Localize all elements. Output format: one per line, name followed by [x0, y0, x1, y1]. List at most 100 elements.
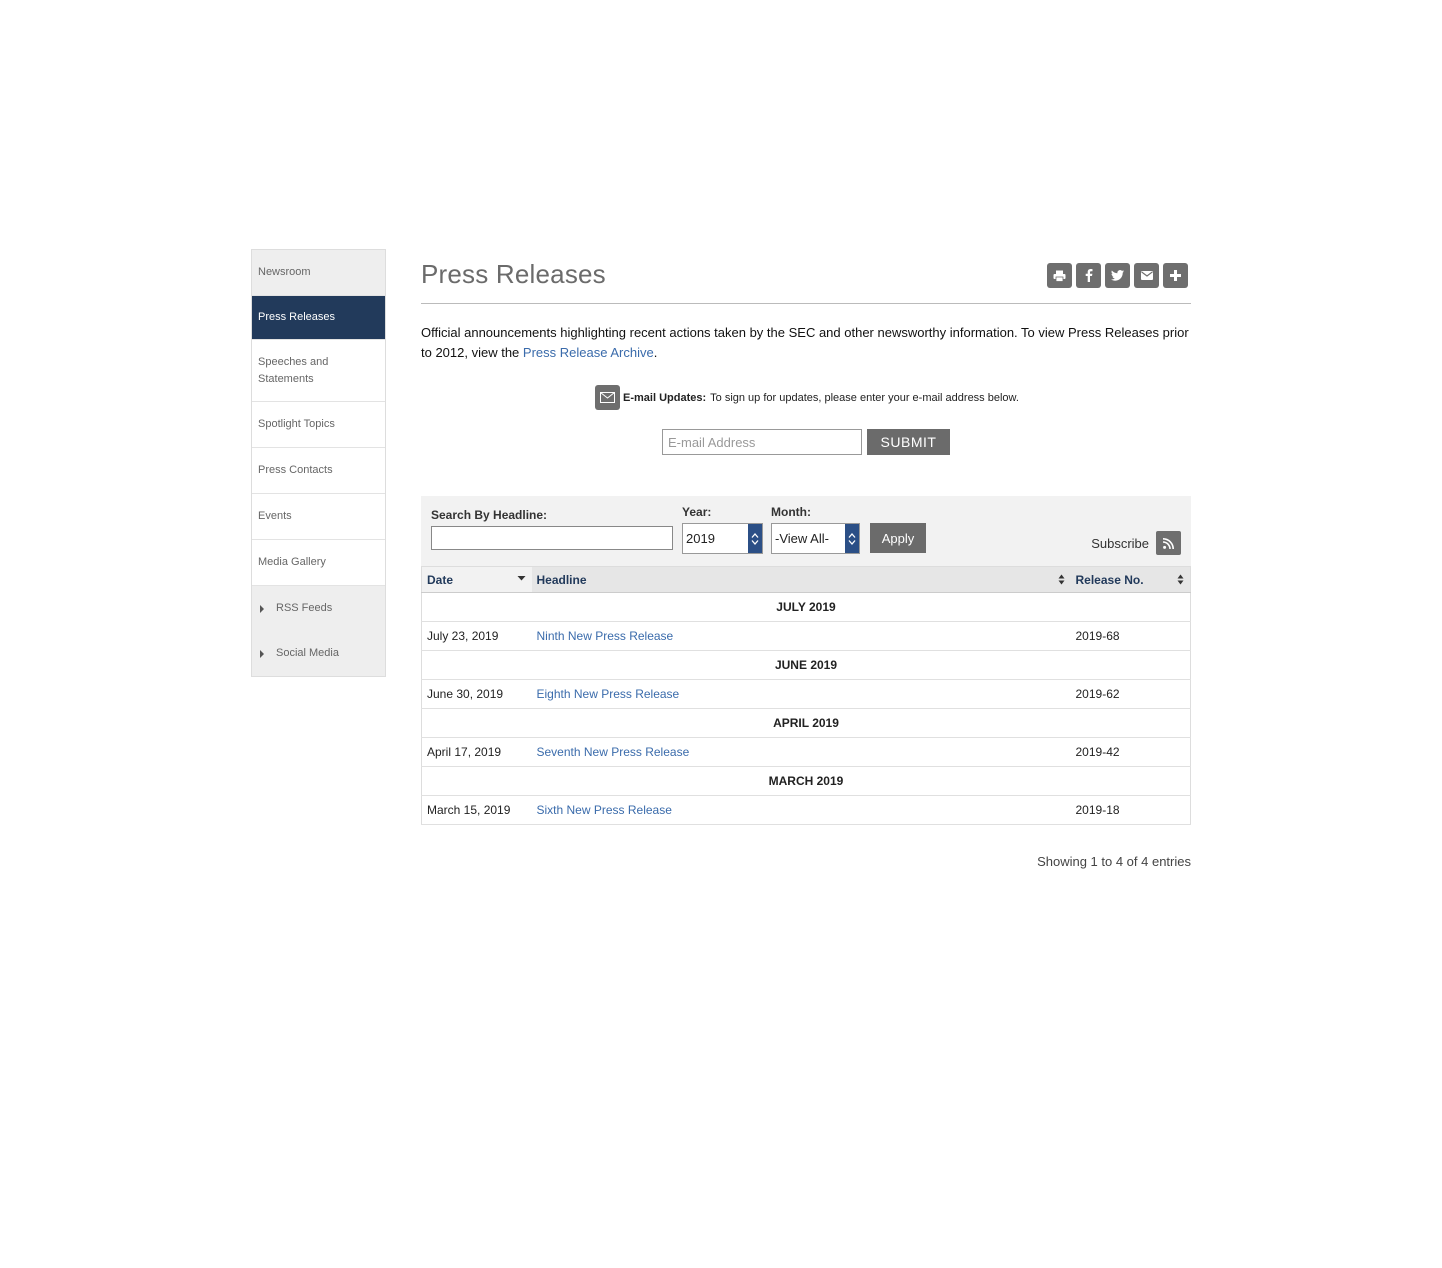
- sidebar-item-media-gallery[interactable]: Media Gallery: [252, 540, 385, 586]
- table-row: April 17, 2019 Seventh New Press Release…: [421, 737, 1191, 767]
- email-updates-label: E-mail Updates:: [623, 391, 707, 404]
- column-label: Headline: [536, 572, 587, 587]
- year-label: Year:: [682, 505, 712, 519]
- email-share-button[interactable]: [1134, 263, 1159, 288]
- headline-search-label: Search By Headline:: [431, 508, 548, 522]
- table-row: March 15, 2019 Sixth New Press Release 2…: [421, 795, 1191, 825]
- sidebar-item-label: Events: [258, 510, 292, 522]
- year-value: 2019: [686, 531, 715, 546]
- month-select[interactable]: -View All-: [771, 523, 860, 554]
- month-spinner[interactable]: [845, 524, 859, 553]
- caret-right-icon: [260, 649, 264, 658]
- date-cell: April 17, 2019: [421, 737, 532, 767]
- table-entries-info: Showing 1 to 4 of 4 entries: [1037, 854, 1191, 869]
- sidebar-item-label: Social Media: [276, 647, 339, 659]
- headline-link[interactable]: Seventh New Press Release: [537, 745, 690, 759]
- sidebar-nav: Newsroom Press Releases Speeches and Sta…: [251, 249, 386, 677]
- group-heading: JULY 2019: [421, 592, 1191, 622]
- month-label: Month:: [771, 505, 811, 519]
- apply-button[interactable]: Apply: [870, 523, 926, 553]
- column-header-date[interactable]: Date: [421, 566, 532, 593]
- headline-link[interactable]: Sixth New Press Release: [537, 803, 672, 817]
- sidebar-item-social-media[interactable]: Social Media: [252, 631, 385, 676]
- sidebar-item-press-releases[interactable]: Press Releases: [252, 296, 385, 340]
- sidebar-item-press-contacts[interactable]: Press Contacts: [252, 448, 385, 494]
- column-label: Date: [427, 572, 454, 587]
- sort-desc-icon: [517, 576, 525, 581]
- column-label: Release No.: [1075, 572, 1144, 587]
- sidebar-item-label: Speeches and Statements: [258, 355, 329, 385]
- year-spinner[interactable]: [748, 524, 762, 553]
- table-group-row: JULY 2019: [421, 592, 1191, 622]
- press-releases-table: Date Headline Release No. JULY 2019 July…: [421, 566, 1191, 825]
- plus-icon: [1170, 270, 1181, 281]
- date-cell: June 30, 2019: [421, 679, 532, 709]
- month-value: -View All-: [775, 531, 829, 546]
- table-row: July 23, 2019 Ninth New Press Release 20…: [421, 621, 1191, 651]
- group-heading: APRIL 2019: [421, 708, 1191, 738]
- sidebar-item-spotlight[interactable]: Spotlight Topics: [252, 402, 385, 448]
- sidebar-item-label: Newsroom: [258, 266, 311, 278]
- press-release-archive-link[interactable]: Press Release Archive: [523, 345, 654, 360]
- title-divider: [421, 303, 1191, 304]
- more-share-button[interactable]: [1163, 263, 1188, 288]
- sidebar-item-label: Press Contacts: [258, 464, 333, 476]
- rss-icon: [1163, 537, 1174, 549]
- group-heading: MARCH 2019: [421, 766, 1191, 796]
- sidebar-item-newsroom[interactable]: Newsroom: [252, 250, 385, 296]
- facebook-icon: [1085, 269, 1092, 282]
- intro-end: .: [653, 345, 658, 360]
- subscribe-label: Subscribe: [1091, 535, 1149, 551]
- facebook-button[interactable]: [1076, 263, 1101, 288]
- table-header-row: Date Headline Release No.: [421, 566, 1191, 593]
- column-header-headline[interactable]: Headline: [531, 566, 1071, 593]
- release-no-cell: 2019-18: [1070, 795, 1191, 825]
- sort-icon: [1058, 574, 1064, 585]
- intro-text: Official announcements highlighting rece…: [421, 323, 1191, 363]
- twitter-icon: [1111, 270, 1124, 281]
- envelope-icon: [1140, 271, 1153, 280]
- sidebar-item-label: Media Gallery: [258, 556, 326, 568]
- date-cell: July 23, 2019: [421, 621, 532, 651]
- sort-icon: [1177, 574, 1184, 585]
- print-button[interactable]: [1047, 263, 1072, 288]
- table-row: June 30, 2019 Eighth New Press Release 2…: [421, 679, 1191, 709]
- table-group-row: JUNE 2019: [421, 650, 1191, 680]
- share-toolbar: [1047, 263, 1188, 288]
- sidebar-item-speeches[interactable]: Speeches and Statements: [252, 340, 385, 402]
- year-select[interactable]: 2019: [682, 523, 763, 554]
- email-updates-row: E-mail Updates: To sign up for updates, …: [595, 385, 1019, 410]
- email-updates-icon: [595, 385, 620, 410]
- sidebar-item-rss-feeds[interactable]: RSS Feeds: [252, 586, 385, 631]
- subscribe-control: Subscribe: [1091, 531, 1181, 555]
- submit-button[interactable]: SUBMIT: [867, 429, 950, 455]
- headline-link[interactable]: Eighth New Press Release: [537, 687, 680, 701]
- release-no-cell: 2019-62: [1070, 679, 1191, 709]
- filter-panel: Search By Headline: Year: 2019 Month: -V…: [421, 496, 1191, 566]
- email-signup-form: SUBMIT: [662, 429, 950, 455]
- headline-link[interactable]: Ninth New Press Release: [537, 629, 674, 643]
- sidebar-item-label: Spotlight Topics: [258, 418, 335, 430]
- chevron-down-icon: [848, 539, 856, 545]
- table-group-row: MARCH 2019: [421, 766, 1191, 796]
- twitter-button[interactable]: [1105, 263, 1130, 288]
- sidebar-item-label: Press Releases: [258, 311, 336, 323]
- release-no-cell: 2019-42: [1070, 737, 1191, 767]
- print-icon: [1053, 270, 1066, 282]
- release-no-cell: 2019-68: [1070, 621, 1191, 651]
- date-cell: March 15, 2019: [421, 795, 532, 825]
- headline-search-input[interactable]: [431, 526, 673, 550]
- rss-subscribe-button[interactable]: [1156, 531, 1181, 555]
- page-title: Press Releases: [421, 259, 606, 289]
- chevron-up-icon: [751, 532, 759, 538]
- email-field[interactable]: [662, 429, 862, 455]
- caret-right-icon: [260, 604, 264, 613]
- chevron-up-icon: [848, 532, 856, 538]
- chevron-down-icon: [751, 539, 759, 545]
- sidebar-item-events[interactable]: Events: [252, 494, 385, 540]
- group-heading: JUNE 2019: [421, 650, 1191, 680]
- table-group-row: APRIL 2019: [421, 708, 1191, 738]
- sidebar-item-label: RSS Feeds: [276, 602, 333, 614]
- column-header-release-no[interactable]: Release No.: [1070, 566, 1191, 593]
- email-updates-text: To sign up for updates, please enter you…: [710, 391, 1019, 404]
